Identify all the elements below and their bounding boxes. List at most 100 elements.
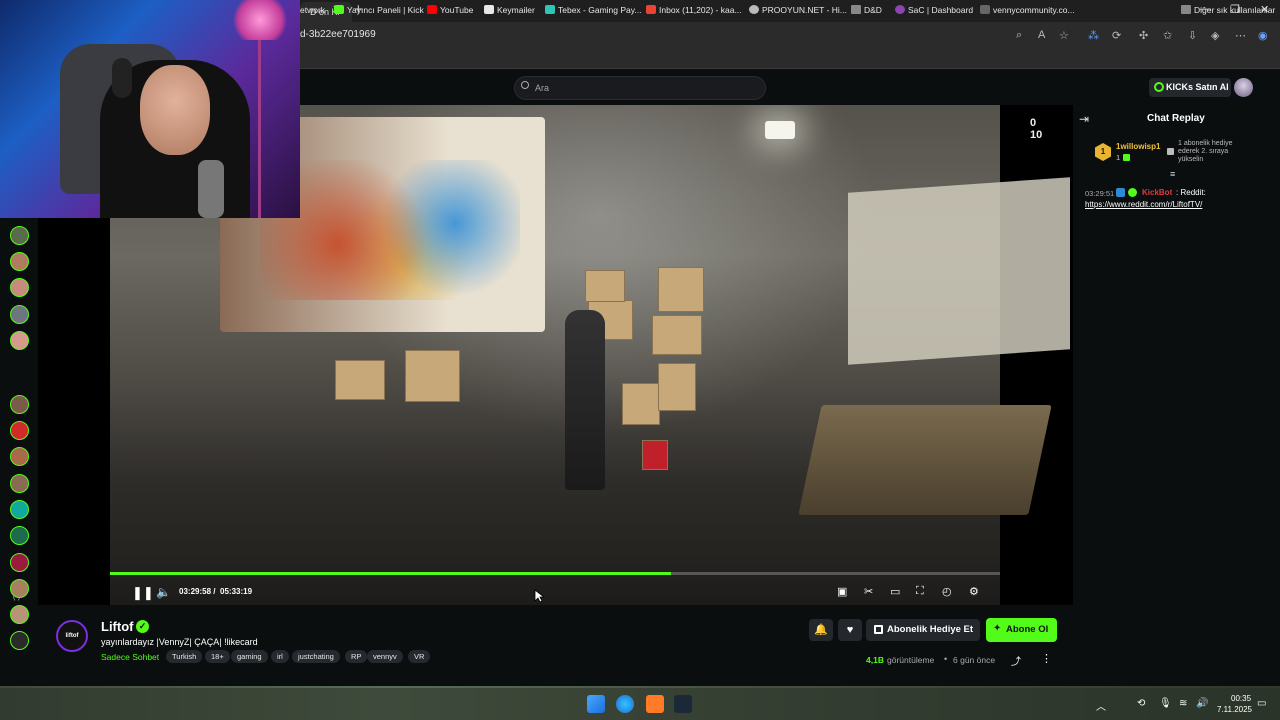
view-count: 4,1B bbox=[866, 655, 884, 665]
read-aloud-icon[interactable]: A bbox=[1038, 29, 1045, 41]
sidebar-channel-avatar[interactable] bbox=[10, 305, 29, 324]
sidebar-channel-avatar[interactable] bbox=[10, 631, 29, 650]
box-graphic bbox=[652, 315, 702, 355]
stream-title: yayınlardayız |VennyZ| ÇAÇA| !likecard bbox=[101, 637, 258, 647]
more-options-icon[interactable]: ⋮ bbox=[1041, 652, 1052, 665]
settings-gear-icon[interactable]: ⚙ bbox=[969, 585, 979, 598]
theater-mode-icon[interactable]: ▭ bbox=[890, 585, 900, 598]
sidebar-channel-avatar[interactable] bbox=[10, 278, 29, 297]
extensions-puzzle-icon[interactable]: ✣ bbox=[1139, 29, 1148, 42]
ring-light-graphic bbox=[230, 0, 290, 40]
sidebar-channel-avatar[interactable] bbox=[10, 474, 29, 493]
notification-bell-button[interactable]: 🔔 bbox=[809, 619, 833, 641]
copilot-icon[interactable]: ◉ bbox=[1258, 29, 1268, 42]
user-avatar[interactable] bbox=[1234, 78, 1253, 97]
clip-icon[interactable]: ✂ bbox=[864, 585, 873, 598]
collapse-chat-icon[interactable]: ⇥ bbox=[1079, 112, 1089, 126]
bookmark-vennycommunity[interactable]: vennycommunity.co... bbox=[980, 5, 1075, 15]
chat-message-username[interactable]: KickBot bbox=[1142, 188, 1172, 197]
game-hud-counter: 0 10 bbox=[1030, 117, 1043, 141]
bookmark-prooyun[interactable]: PROOYUN.NET - Hi... bbox=[749, 5, 847, 15]
start-menu-icon[interactable] bbox=[587, 695, 605, 713]
sidebar-channel-avatar[interactable] bbox=[10, 252, 29, 271]
chat-message-text: : Reddit: bbox=[1176, 188, 1206, 197]
bookmark-youtube[interactable]: YouTube bbox=[427, 5, 473, 15]
stream-tag[interactable]: Turkish bbox=[166, 650, 203, 663]
channel-avatar[interactable]: liftof bbox=[56, 620, 88, 652]
bookmark-dnd[interactable]: D&D bbox=[851, 5, 882, 15]
notification-icon[interactable]: ▭ bbox=[1257, 698, 1266, 709]
sidebar-channel-avatar[interactable] bbox=[10, 226, 29, 245]
sidebar-channel-avatar[interactable] bbox=[10, 526, 29, 545]
bookmark-network[interactable]: etwork bbox=[300, 5, 325, 15]
volume-icon[interactable]: 🔈 bbox=[156, 585, 171, 599]
sidebar-channel-avatar[interactable] bbox=[10, 331, 29, 350]
tray-overflow-icon[interactable]: ︿ bbox=[1096, 698, 1106, 713]
extension-icon[interactable]: ⁂ bbox=[1088, 29, 1099, 42]
fullscreen-icon[interactable]: ⛶ bbox=[916, 585, 924, 598]
stream-tag[interactable]: vennyv bbox=[367, 650, 403, 663]
stream-tag[interactable]: VR bbox=[408, 650, 431, 663]
bookmark-inbox[interactable]: Inbox (11,202) - kaa... bbox=[646, 5, 742, 15]
stream-tag[interactable]: RP bbox=[345, 650, 368, 663]
tray-sync-icon[interactable]: ⟲ bbox=[1137, 698, 1145, 709]
microphone-icon[interactable]: 🎙 bbox=[1159, 698, 1172, 709]
stream-tag[interactable]: 18+ bbox=[205, 650, 230, 663]
stream-tag[interactable]: irl bbox=[271, 650, 289, 663]
sidebar-channel-avatar[interactable] bbox=[10, 421, 29, 440]
bookmark-sac-dashboard[interactable]: SaC | Dashboard bbox=[895, 5, 973, 15]
bookmark-kick-panel[interactable]: Yayıncı Paneli | Kick bbox=[334, 5, 424, 15]
top-gifter-username[interactable]: 1willowisp1 bbox=[1116, 142, 1160, 151]
wall-poster-graphic bbox=[848, 177, 1070, 365]
sidebar-channel-avatar[interactable] bbox=[10, 447, 29, 466]
stream-tag[interactable]: gaming bbox=[231, 650, 268, 663]
wifi-icon[interactable]: ≋ bbox=[1179, 698, 1187, 709]
speaker-icon[interactable]: 🔊 bbox=[1196, 698, 1208, 709]
more-menu-icon[interactable]: ⋯ bbox=[1235, 29, 1246, 42]
star-icon: ✦ bbox=[993, 623, 1002, 634]
sidebar-channel-avatar[interactable] bbox=[10, 605, 29, 624]
steam-icon[interactable] bbox=[674, 695, 692, 713]
sidebar-channel-avatar[interactable] bbox=[10, 579, 29, 598]
sidebar-channel-avatar[interactable] bbox=[10, 553, 29, 572]
gift-icon bbox=[874, 625, 883, 634]
top-gifter-count: 1 bbox=[1116, 153, 1121, 162]
expand-leaderboard-icon[interactable]: ≡ bbox=[1170, 169, 1175, 179]
favorite-star-icon[interactable]: ☆ bbox=[1059, 29, 1069, 42]
sidebar-channel-avatar[interactable] bbox=[10, 395, 29, 414]
url-field[interactable]: d-3b22ee701969 bbox=[300, 29, 376, 40]
view-count-label: görüntüleme bbox=[887, 655, 935, 665]
channel-name[interactable]: Liftof bbox=[101, 619, 133, 634]
gift-subscription-button[interactable]: Abonelik Hediye Et bbox=[866, 619, 980, 641]
share-icon[interactable]: ⤴ bbox=[1011, 653, 1021, 668]
follow-heart-button[interactable]: ♥ bbox=[838, 619, 862, 641]
clock-date[interactable]: 7.11.2025 bbox=[1217, 705, 1252, 714]
wall-lamp-graphic bbox=[765, 121, 795, 139]
box-graphic bbox=[335, 360, 385, 400]
box-graphic bbox=[585, 270, 625, 302]
zoom-icon[interactable]: ⌕ bbox=[1016, 29, 1022, 42]
bookmark-keymailer[interactable]: Keymailer bbox=[484, 5, 535, 15]
downloads-icon[interactable]: ⇩ bbox=[1188, 29, 1197, 42]
edge-browser-icon[interactable] bbox=[616, 695, 634, 713]
clock-time[interactable]: 00:35 bbox=[1231, 694, 1251, 703]
stream-tag[interactable]: justchating bbox=[292, 650, 340, 663]
miniplayer-icon[interactable]: ▣ bbox=[837, 585, 847, 598]
box-graphic bbox=[405, 350, 460, 402]
pause-icon[interactable]: ❚❚ bbox=[132, 585, 154, 601]
search-input[interactable]: Ara bbox=[514, 76, 766, 100]
vpn-icon[interactable]: ◈ bbox=[1211, 29, 1219, 42]
bookmark-other-favorites[interactable]: Diğer sık kullanılanlar bbox=[1181, 5, 1275, 15]
character-graphic bbox=[565, 310, 605, 490]
refresh-icon[interactable]: ⟳ bbox=[1112, 29, 1121, 42]
sidebar-channel-avatar[interactable] bbox=[10, 500, 29, 519]
chat-message-link[interactable]: https://www.reddit.com/r/LiftofTV/ bbox=[1085, 200, 1202, 209]
favorites-icon[interactable]: ✩ bbox=[1163, 29, 1172, 42]
stream-category[interactable]: Sadece Sohbet bbox=[101, 652, 159, 662]
mouse-cursor-icon bbox=[534, 589, 544, 603]
taskbar-app-icon[interactable] bbox=[646, 695, 664, 713]
gift-prompt-text: 1 abonelik hediye ederek 2. sıraya yükse… bbox=[1178, 140, 1233, 163]
playback-speed-icon[interactable]: ◴ bbox=[942, 585, 952, 598]
bookmark-tebex[interactable]: Tebex - Gaming Pay... bbox=[545, 5, 641, 15]
box-graphic bbox=[658, 363, 696, 411]
